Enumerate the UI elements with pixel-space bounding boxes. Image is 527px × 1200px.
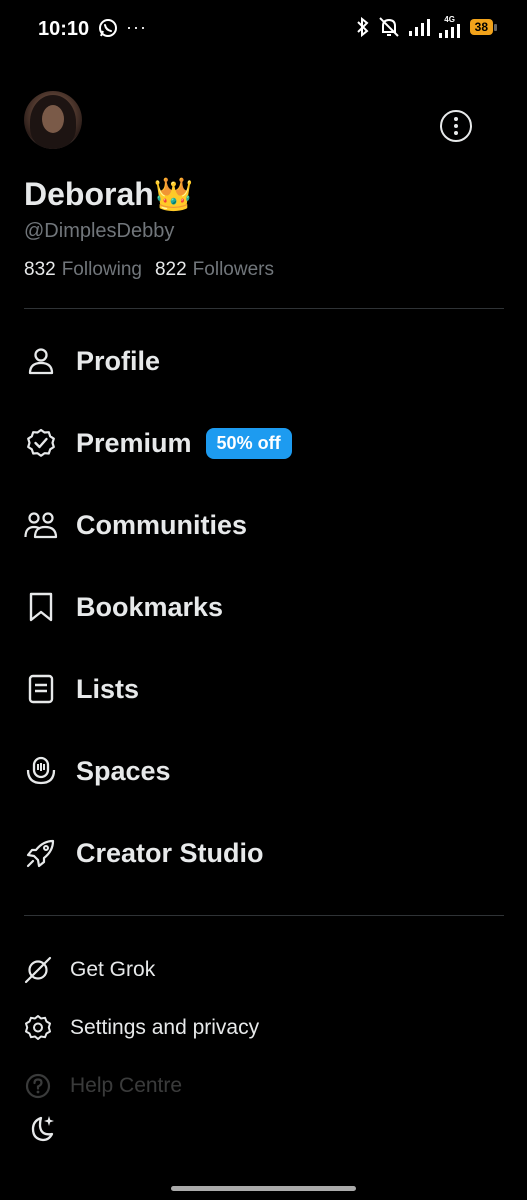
network-indicator: 4G <box>438 16 462 38</box>
followers-link[interactable]: 822 Followers <box>155 259 274 281</box>
person-icon <box>24 344 58 378</box>
divider <box>24 308 504 309</box>
more-notifications-icon: ··· <box>126 17 147 37</box>
menu-item-get-grok[interactable]: Get Grok <box>24 952 155 988</box>
rocket-icon <box>24 836 58 870</box>
menu-label-settings: Settings and privacy <box>70 1016 260 1039</box>
menu-item-help-centre[interactable]: Help Centre <box>24 1068 182 1104</box>
following-label: Following <box>61 259 142 280</box>
following-count: 832 <box>24 259 56 280</box>
whatsapp-icon <box>99 18 117 37</box>
menu-label-get-grok: Get Grok <box>70 958 156 981</box>
bookmark-icon <box>24 590 58 624</box>
avatar[interactable] <box>24 91 82 149</box>
status-time: 10:10 <box>38 18 90 40</box>
menu-item-premium[interactable]: Premium 50% off <box>24 418 494 468</box>
user-handle: @DimplesDebby <box>24 220 175 242</box>
crown-emoji: 👑 <box>153 176 194 212</box>
discount-badge: 50% off <box>205 427 292 459</box>
battery-icon: 38 <box>469 19 498 35</box>
menu-label-creator-studio: Creator Studio <box>76 837 264 868</box>
status-notifications: ··· <box>98 17 147 38</box>
status-bar: 10:10 ··· 4G 38 <box>0 0 527 58</box>
divider <box>24 915 504 916</box>
network-type: 4G <box>444 15 455 24</box>
following-link[interactable]: 832 Following <box>24 259 142 281</box>
menu-item-profile[interactable]: Profile <box>24 336 494 386</box>
display-name: Deborah👑 <box>24 175 194 213</box>
followers-count: 822 <box>154 259 187 280</box>
menu-label-communities: Communities <box>76 509 248 540</box>
dark-mode-toggle[interactable] <box>24 1112 58 1146</box>
signal-icon <box>408 19 430 36</box>
menu-item-spaces[interactable]: Spaces <box>24 746 494 796</box>
status-system-icons: 4G 38 <box>356 16 498 38</box>
bluetooth-icon <box>356 16 369 38</box>
help-icon <box>24 1072 52 1100</box>
menu-label-premium: Premium <box>76 427 192 458</box>
menu-item-communities[interactable]: Communities <box>24 500 494 550</box>
menu-label-spaces: Spaces <box>76 755 171 786</box>
menu-label-lists: Lists <box>76 673 140 704</box>
menu-label-profile: Profile <box>76 345 161 376</box>
moon-icon <box>31 1116 54 1142</box>
menu-label-help-centre: Help Centre <box>70 1074 183 1097</box>
people-icon <box>24 508 58 542</box>
home-indicator[interactable] <box>171 1186 356 1191</box>
menu-item-lists[interactable]: Lists <box>24 664 494 714</box>
display-name-text: Deborah <box>24 176 154 212</box>
avatar-face <box>42 105 64 133</box>
menu-item-settings[interactable]: Settings and privacy <box>24 1010 259 1046</box>
microphone-icon <box>24 754 58 788</box>
follow-stats: 832 Following 822 Followers <box>24 259 274 281</box>
signal-icon-2 <box>438 24 460 38</box>
followers-label: Followers <box>192 259 274 280</box>
grok-icon <box>24 956 52 984</box>
mute-bell-icon <box>378 17 399 37</box>
menu-item-creator-studio[interactable]: Creator Studio <box>24 828 494 878</box>
menu-item-bookmarks[interactable]: Bookmarks <box>24 582 494 632</box>
more-options-icon[interactable] <box>440 110 472 142</box>
gear-icon <box>24 1014 52 1042</box>
list-icon <box>24 672 58 706</box>
verified-badge-icon <box>24 426 58 460</box>
menu-label-bookmarks: Bookmarks <box>76 591 224 622</box>
